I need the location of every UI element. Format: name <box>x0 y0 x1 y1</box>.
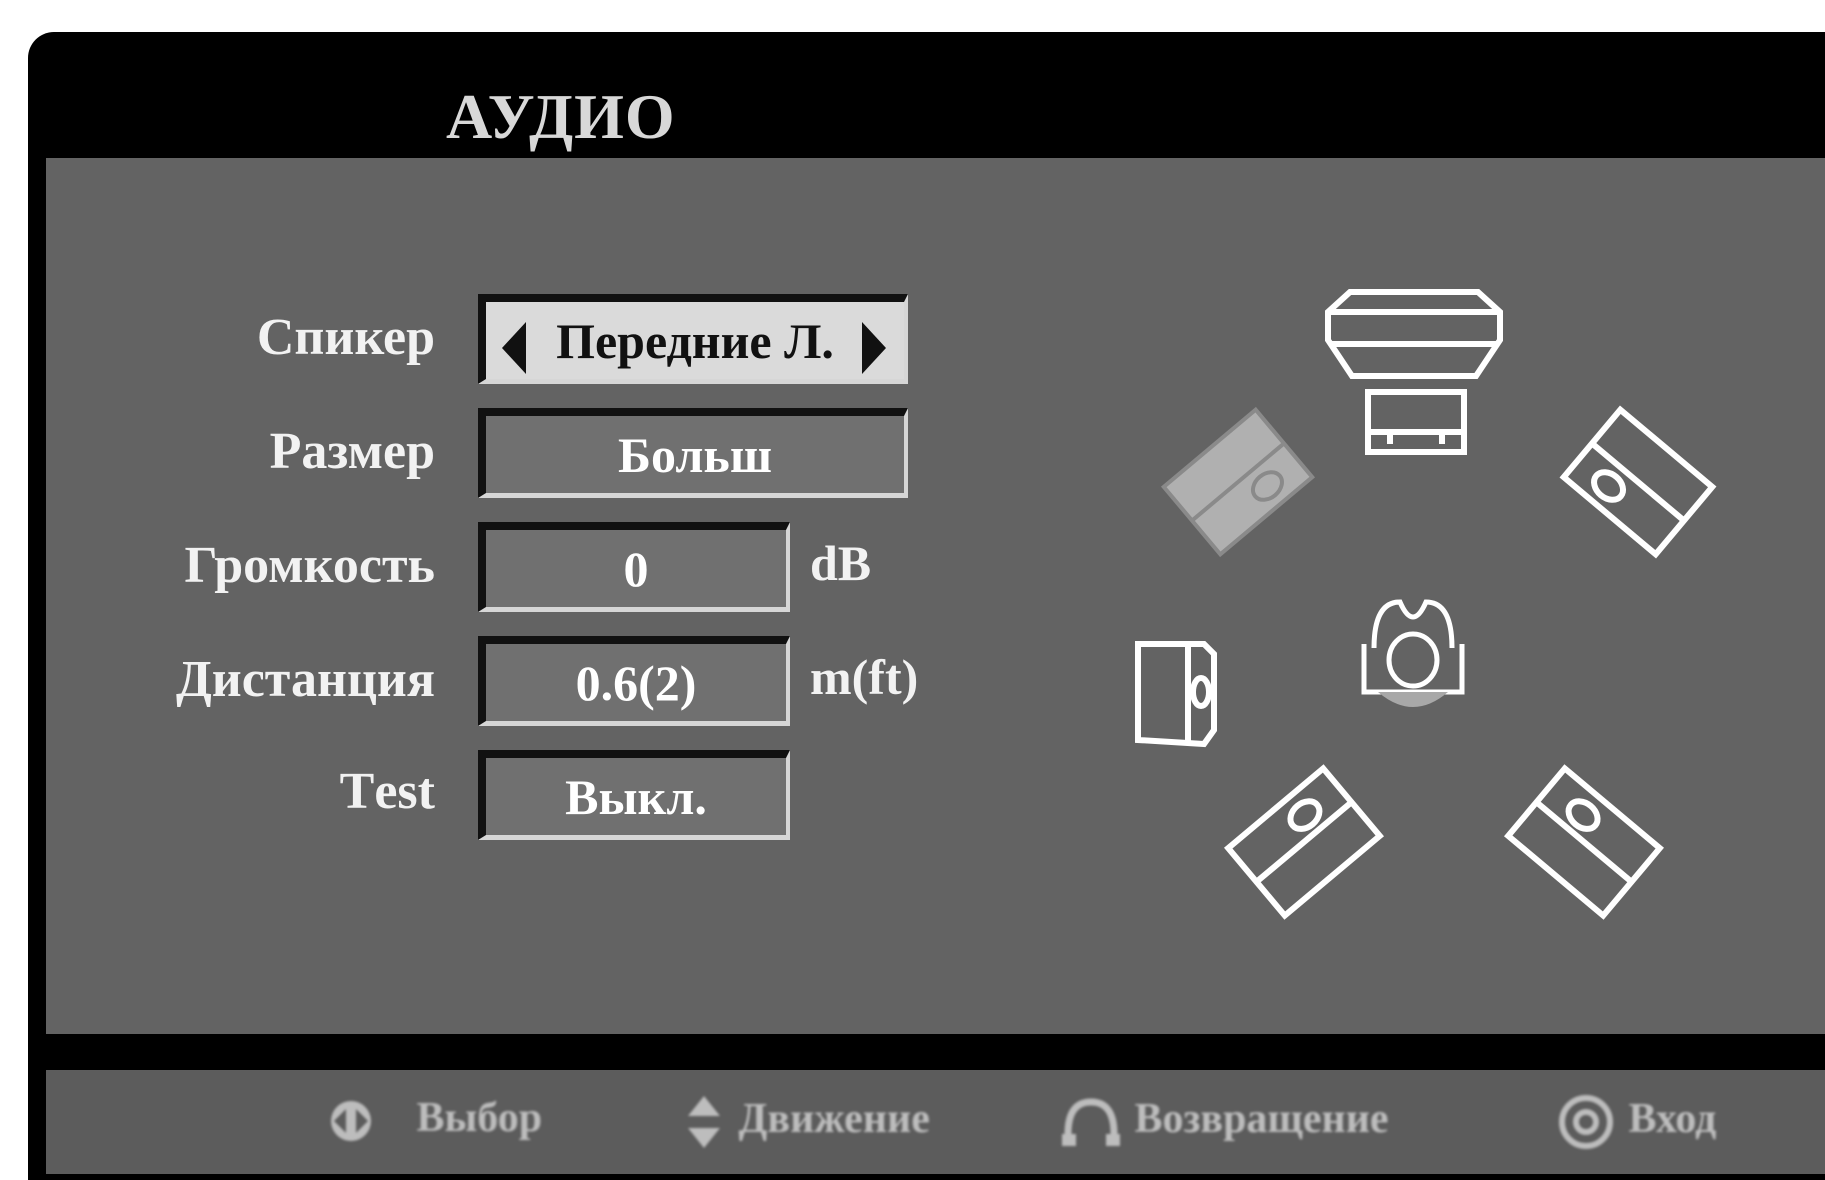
hint-return: Возвращение <box>1060 1094 1389 1150</box>
speaker-layout-diagram <box>1135 289 1717 920</box>
hint-enter: Вход <box>1558 1094 1716 1150</box>
test-label: Тest <box>339 763 435 820</box>
hint-move: Движение <box>686 1094 930 1150</box>
audio-menu-screen: АУДИО Спикер Передние Л. Размер Больш Гр… <box>28 32 1825 1180</box>
surround-left-speaker-icon[interactable] <box>1223 764 1385 920</box>
size-value: Больш <box>617 427 773 483</box>
volume-unit: dB <box>810 535 872 591</box>
front-right-speaker-icon[interactable] <box>1559 405 1717 559</box>
menu-title: АУДИО <box>446 81 676 152</box>
speaker-value: Передние Л. <box>556 313 834 369</box>
hint-move-label: Движение <box>738 1095 930 1142</box>
distance-value: 0.6(2) <box>575 655 697 711</box>
left-right-arrows-icon <box>331 1101 371 1142</box>
hint-enter-label: Вход <box>1628 1095 1717 1142</box>
test-field[interactable]: Выкл. <box>478 750 790 840</box>
size-field[interactable]: Больш <box>478 408 908 498</box>
surround-right-speaker-icon[interactable] <box>1503 764 1665 920</box>
volume-field[interactable]: 0 <box>478 522 790 612</box>
enter-icon <box>1559 1095 1613 1149</box>
listener-icon <box>1361 599 1465 707</box>
up-down-arrows-icon <box>688 1096 720 1148</box>
tv-icon <box>1325 289 1503 379</box>
volume-label: Громкость <box>184 537 435 594</box>
volume-value: 0 <box>623 541 649 597</box>
subwoofer-icon[interactable] <box>1135 641 1217 748</box>
return-icon <box>1062 1098 1120 1146</box>
test-value: Выкл. <box>565 769 707 825</box>
speaker-selector[interactable]: Передние Л. <box>478 294 908 384</box>
hint-select: Выбор <box>324 1094 542 1145</box>
hint-return-label: Возвращение <box>1134 1095 1389 1142</box>
distance-unit: m(ft) <box>810 649 919 705</box>
size-label: Размер <box>269 423 435 480</box>
distance-label: Дистанция <box>175 651 435 708</box>
arrow-right-icon[interactable] <box>862 322 886 374</box>
center-speaker-icon[interactable] <box>1365 389 1467 455</box>
arrow-left-icon[interactable] <box>502 322 526 374</box>
navigation-hint-bar: Выбор Движение Возвращение Вход <box>46 1070 1825 1174</box>
front-left-speaker-icon[interactable] <box>1160 406 1316 558</box>
hint-select-label: Выбор <box>416 1095 543 1141</box>
speaker-label: Спикер <box>256 309 435 366</box>
distance-field[interactable]: 0.6(2) <box>478 636 790 726</box>
